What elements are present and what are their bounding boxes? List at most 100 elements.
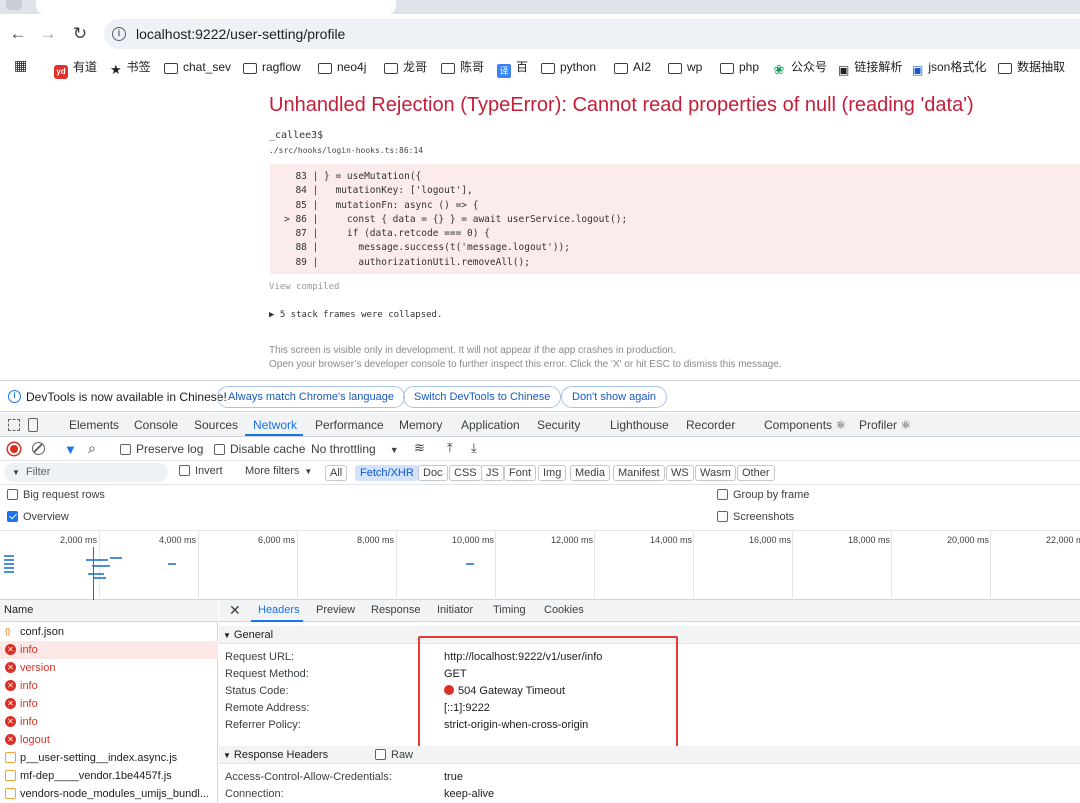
tab-network[interactable]: Network xyxy=(253,418,297,432)
request-row[interactable]: ✕ version xyxy=(0,659,218,677)
type-filter-manifest[interactable]: Manifest xyxy=(613,465,665,481)
type-filter-doc[interactable]: Doc xyxy=(418,465,448,481)
request-row[interactable]: ✕ info xyxy=(0,695,218,713)
request-row[interactable]: p__user-setting__index.async.js xyxy=(0,749,218,767)
request-row[interactable]: {} conf.json xyxy=(0,623,218,641)
clear-icon[interactable] xyxy=(32,442,45,455)
bookmark-longge[interactable]: 龙哥 xyxy=(384,59,427,75)
tab-elements[interactable]: Elements xyxy=(69,418,119,432)
tab-application[interactable]: Application xyxy=(461,418,520,432)
request-row[interactable]: vendors-node_modules_umijs_bundl... xyxy=(0,785,218,803)
collapsed-frames-toggle[interactable]: ▶ 5 stack frames were collapsed. xyxy=(269,310,442,320)
group-by-frame-checkbox[interactable]: Group by frame xyxy=(717,489,809,501)
big-request-rows-checkbox[interactable]: Big request rows xyxy=(7,489,105,501)
dont-show-again-button[interactable]: Don't show again xyxy=(561,386,668,408)
more-filters-dropdown[interactable]: More filters ▼ xyxy=(245,465,312,477)
request-row[interactable]: mf-dep____vendor.1be4457f.js xyxy=(0,767,218,785)
bookmark-json[interactable]: ▣ json格式化 xyxy=(912,59,986,77)
tab-preview[interactable]: Preview xyxy=(316,604,355,616)
tab-sources[interactable]: Sources xyxy=(194,418,238,432)
bookmark-chat-sev[interactable]: chat_sev xyxy=(164,59,231,75)
type-filter-other[interactable]: Other xyxy=(737,465,775,481)
bookmark-ai2[interactable]: AI2 xyxy=(614,59,651,75)
switch-to-chinese-button[interactable]: Switch DevTools to Chinese xyxy=(403,386,562,408)
bookmark-gongzhonghao[interactable]: ❀ 公众号 xyxy=(772,59,827,77)
bookmark-lianjie[interactable]: ▣ 链接解析 xyxy=(838,59,902,77)
type-filter-ws[interactable]: WS xyxy=(666,465,694,481)
tab-headers[interactable]: Headers xyxy=(258,604,300,616)
timeline-bar xyxy=(86,559,108,561)
device-toolbar-icon[interactable] xyxy=(28,418,38,432)
type-filter-wasm[interactable]: Wasm xyxy=(695,465,736,481)
export-har-icon[interactable]: ⤓ xyxy=(471,440,477,456)
response-headers-section-header[interactable]: ▼ Response Headers xyxy=(219,746,1080,764)
bookmark-youdao[interactable]: yd 有道 xyxy=(54,59,97,79)
search-icon[interactable]: ⌕ xyxy=(88,440,96,457)
active-tab[interactable] xyxy=(36,0,396,14)
bookmark-neo4j[interactable]: neo4j xyxy=(318,59,366,75)
match-language-button[interactable]: Always match Chrome's language xyxy=(217,386,405,408)
type-filter-fetch-xhr[interactable]: Fetch/XHR xyxy=(355,465,419,481)
overview-timeline[interactable]: 2,000 ms 4,000 ms 6,000 ms 8,000 ms 10,0… xyxy=(0,530,1080,601)
folder-icon xyxy=(441,63,455,74)
tab-recorder[interactable]: Recorder xyxy=(686,418,735,432)
type-filter-js[interactable]: JS xyxy=(481,465,504,481)
type-filter-font[interactable]: Font xyxy=(504,465,537,481)
request-row[interactable]: ✕ logout xyxy=(0,731,218,749)
request-row[interactable]: ✕ info xyxy=(0,641,218,659)
wifi-conditions-icon[interactable]: ≋ xyxy=(414,440,425,456)
raw-checkbox[interactable]: Raw xyxy=(375,749,413,761)
bookmark-shuju[interactable]: 数据抽取 xyxy=(998,59,1065,75)
apps-grid-icon[interactable]: ▦ xyxy=(14,57,27,73)
filter-funnel-icon[interactable]: ▼ xyxy=(64,442,77,457)
bookmark-shuqian[interactable]: ★ 书签 xyxy=(110,59,151,77)
overview-checkbox[interactable]: Overview xyxy=(7,511,69,523)
preserve-log-checkbox[interactable]: Preserve log xyxy=(120,442,203,456)
filter-input[interactable]: Filter xyxy=(4,463,168,482)
back-icon[interactable]: ← xyxy=(8,24,28,44)
site-info-icon[interactable]: i xyxy=(112,27,126,41)
folder-icon xyxy=(318,63,332,74)
tab-initiator[interactable]: Initiator xyxy=(437,604,473,616)
tab-memory[interactable]: Memory xyxy=(399,418,442,432)
request-row[interactable]: ✕ info xyxy=(0,713,218,731)
bookmark-python[interactable]: python xyxy=(541,59,596,75)
tab-console[interactable]: Console xyxy=(134,418,178,432)
name-column-header[interactable]: Name xyxy=(0,600,218,622)
forward-icon[interactable]: → xyxy=(38,24,58,44)
screenshots-checkbox[interactable]: Screenshots xyxy=(717,511,794,523)
tab-performance[interactable]: Performance xyxy=(315,418,384,432)
record-icon[interactable] xyxy=(8,443,20,455)
tab-response[interactable]: Response xyxy=(371,604,421,616)
type-filter-img[interactable]: Img xyxy=(538,465,567,481)
disable-cache-checkbox[interactable]: Disable cache xyxy=(214,442,305,456)
request-row[interactable]: ✕ info xyxy=(0,677,218,695)
tab-cookies[interactable]: Cookies xyxy=(544,604,584,616)
tab-lighthouse[interactable]: Lighthouse xyxy=(610,418,669,432)
bookmark-ragflow[interactable]: ragflow xyxy=(243,59,301,75)
inspect-element-icon[interactable] xyxy=(8,419,20,431)
address-bar[interactable]: i localhost:9222/user-setting/profile xyxy=(104,19,1080,49)
reload-icon[interactable]: ↻ xyxy=(70,24,90,44)
error-icon: ✕ xyxy=(5,716,16,727)
bookmark-chenge[interactable]: 陈哥 xyxy=(441,59,484,75)
type-filter-all[interactable]: All xyxy=(325,465,348,481)
type-filter-media[interactable]: Media xyxy=(570,465,610,481)
close-icon[interactable]: ✕ xyxy=(229,602,241,619)
bookmark-wp[interactable]: wp xyxy=(668,59,702,75)
tab-security[interactable]: Security xyxy=(537,418,580,432)
folder-icon xyxy=(164,63,178,74)
url-text[interactable]: localhost:9222/user-setting/profile xyxy=(136,26,345,42)
throttling-select[interactable]: No throttling ▼ xyxy=(311,442,399,456)
tab-search-icon[interactable] xyxy=(6,0,22,10)
bookmark-bai[interactable]: 译百 xyxy=(497,59,528,78)
tab-profiler[interactable]: Profiler ⚛ xyxy=(859,418,911,432)
tab-timing[interactable]: Timing xyxy=(493,604,526,616)
view-compiled-link[interactable]: View compiled xyxy=(269,282,339,292)
tab-components[interactable]: Components ⚛ xyxy=(764,418,846,432)
bookmark-php[interactable]: php xyxy=(720,59,759,75)
type-filter-css[interactable]: CSS xyxy=(449,465,482,481)
invert-checkbox[interactable]: Invert xyxy=(179,465,223,477)
import-har-icon[interactable]: ⤒ xyxy=(447,440,453,456)
error-file-path[interactable]: ./src/hooks/login-hooks.ts:86:14 xyxy=(269,146,423,155)
